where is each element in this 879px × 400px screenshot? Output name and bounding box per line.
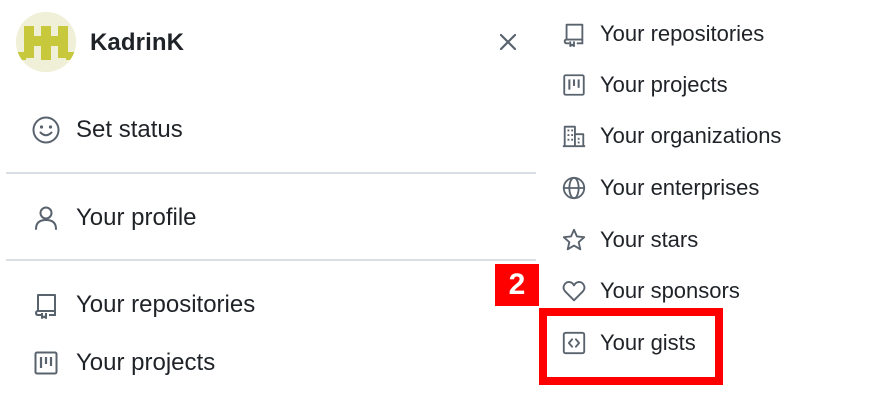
repo-icon (30, 289, 62, 321)
step-number-badge: 2 (495, 264, 539, 306)
divider (6, 172, 536, 174)
menu-item-label: Set status (76, 116, 183, 143)
user-menu-panel-left: KadrinK Set status Your profile Your rep… (0, 0, 540, 400)
menu-item-label: Your sponsors (600, 278, 740, 303)
menu-item-label: Your projects (600, 72, 728, 97)
user-menu-panel-right: Your repositories Your projects Your org… (540, 0, 879, 400)
menu-item-your-profile[interactable]: Your profile (30, 198, 197, 238)
menu-item-label: Your stars (600, 227, 699, 252)
menu-item-your-gists[interactable]: Your gists (560, 323, 696, 363)
repo-icon (560, 20, 588, 48)
user-menu-screenshot: KadrinK Set status Your profile Your rep… (0, 0, 879, 400)
divider (6, 259, 536, 261)
globe-icon (560, 174, 588, 202)
star-icon (560, 226, 588, 254)
person-icon (30, 202, 62, 234)
user-header: KadrinK (16, 12, 526, 76)
menu-item-set-status[interactable]: Set status (30, 110, 183, 150)
menu-item-label: Your profile (76, 204, 197, 231)
menu-item-your-repositories[interactable]: Your repositories (30, 285, 255, 325)
identicon-icon (16, 12, 76, 72)
smiley-icon (30, 114, 62, 146)
menu-item-label: Your repositories (76, 291, 256, 318)
menu-item-your-organizations[interactable]: Your organizations (560, 116, 781, 156)
menu-item-your-repositories-right[interactable]: Your repositories (560, 14, 764, 54)
menu-item-your-sponsors[interactable]: Your sponsors (560, 271, 740, 311)
menu-item-your-enterprises[interactable]: Your enterprises (560, 168, 759, 208)
avatar[interactable] (16, 12, 76, 72)
menu-item-label: Your repositories (600, 21, 765, 46)
menu-item-label: Your projects (76, 349, 216, 376)
username: KadrinK (90, 29, 185, 56)
menu-item-your-stars[interactable]: Your stars (560, 220, 698, 260)
project-icon (560, 71, 588, 99)
menu-item-label: Your enterprises (600, 175, 760, 200)
heart-icon (560, 277, 588, 305)
menu-item-label: Your organizations (600, 123, 782, 148)
close-icon (499, 33, 517, 51)
menu-item-your-projects[interactable]: Your projects (30, 343, 215, 383)
code-square-icon (560, 329, 588, 357)
menu-item-your-projects-right[interactable]: Your projects (560, 65, 728, 105)
project-icon (30, 347, 62, 379)
menu-item-label: Your gists (600, 330, 696, 355)
organization-icon (560, 122, 588, 150)
close-button[interactable] (494, 28, 522, 56)
